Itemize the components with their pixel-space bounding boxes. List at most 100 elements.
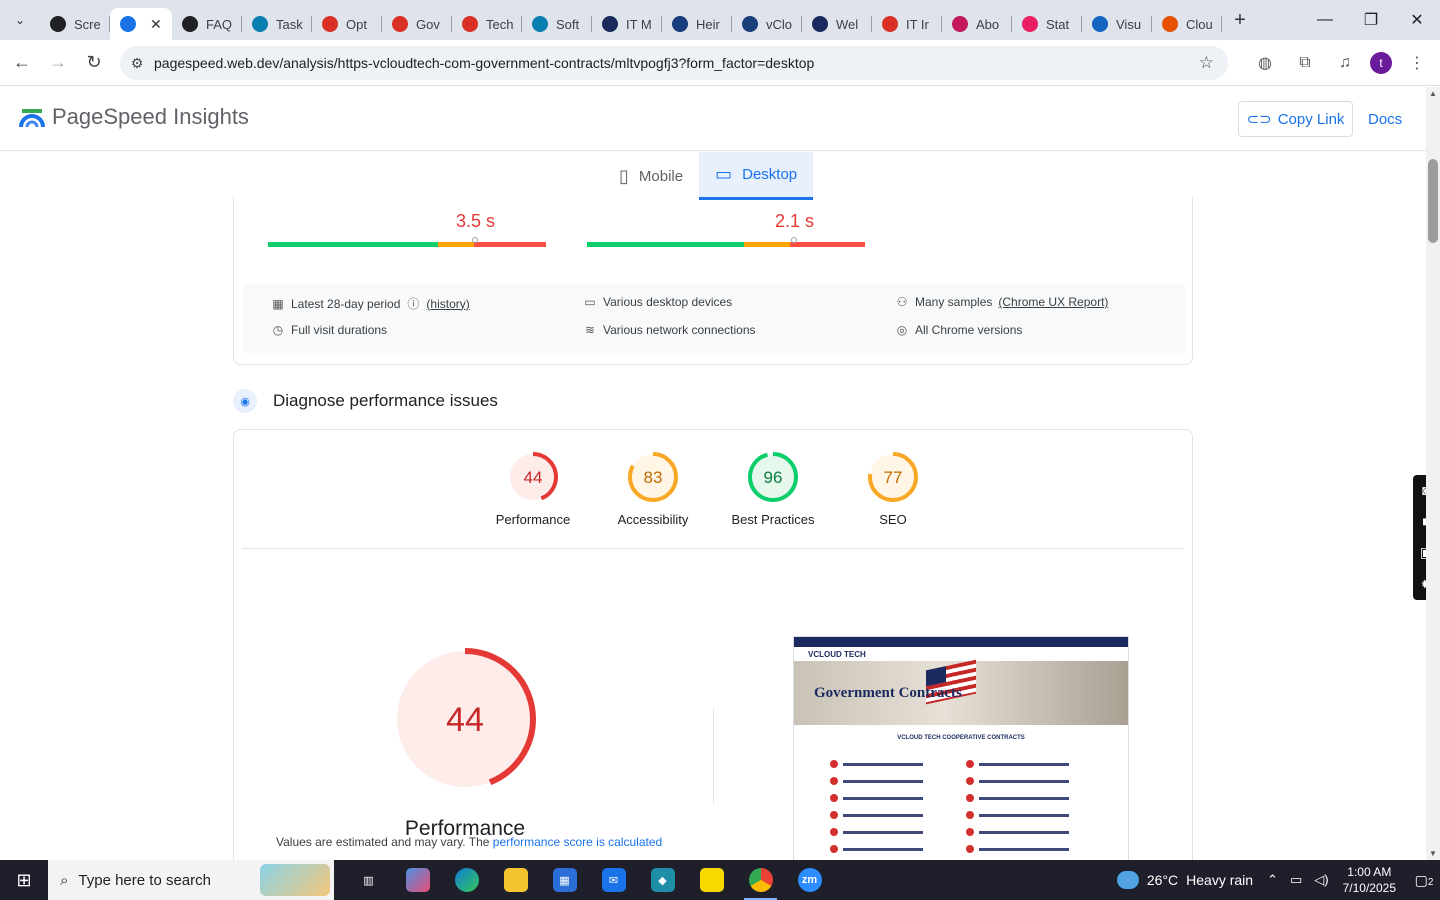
docs-link[interactable]: Docs [1368, 111, 1402, 128]
browser-tab[interactable]: Wel [802, 8, 872, 40]
search-highlight-image [260, 864, 330, 896]
maximize-button[interactable]: ❐ [1348, 0, 1394, 40]
gauge-score: 83 [644, 468, 663, 487]
translate-icon[interactable]: ◍ [1250, 46, 1280, 80]
browser-tab[interactable]: Gov [382, 8, 452, 40]
close-window-button[interactable]: ✕ [1394, 0, 1440, 40]
page-scrollbar[interactable]: ▲ ▼ [1426, 87, 1440, 860]
chrome-taskbar-icon[interactable] [736, 860, 785, 900]
browser-tab[interactable]: FAQ [172, 8, 242, 40]
diagnose-icon: ◉ [233, 389, 257, 413]
bookmark-star-icon[interactable]: ☆ [1199, 53, 1214, 73]
browser-tab[interactable]: Tech [452, 8, 522, 40]
diagnose-heading: ◉ Diagnose performance issues [233, 389, 498, 413]
url-text[interactable]: pagespeed.web.dev/analysis/https-vcloudt… [154, 55, 814, 71]
history-link[interactable]: (history) [426, 297, 469, 311]
new-tab-button[interactable]: + [1226, 6, 1254, 34]
taskbar-search[interactable]: ⌕ Type here to search [48, 860, 334, 900]
chevron-up-icon[interactable]: ⌃ [1267, 872, 1278, 888]
browser-tab[interactable]: Task [242, 8, 312, 40]
clock[interactable]: 1:00 AM 7/10/2025 [1343, 864, 1396, 896]
media-control-icon[interactable]: ♫ [1330, 46, 1360, 80]
copy-link-button[interactable]: ⊂⊃ Copy Link [1238, 101, 1353, 137]
estimate-note: Values are estimated and may vary. The p… [276, 835, 662, 849]
tab-favicon-icon [742, 16, 758, 32]
tab-title: Abo [976, 16, 1000, 32]
notification-button[interactable]: ▢2 [1408, 872, 1440, 889]
metric-distribution-bar-2 [587, 237, 865, 247]
minimize-button[interactable]: — [1302, 0, 1348, 40]
tab-list: Scre ✕ FAQ Task Opt Gov Tech Soft IT M Heir vClo We… [40, 0, 1222, 40]
scrollbar-thumb[interactable] [1428, 159, 1438, 243]
extensions-icon[interactable]: ⧉ [1290, 46, 1320, 80]
tab-search-button[interactable]: ⌄ [6, 6, 34, 34]
windows-start-button[interactable]: ⊞ [0, 860, 48, 900]
tab-desktop[interactable]: ▭ Desktop [699, 152, 814, 200]
brand-title[interactable]: PageSpeed Insights [52, 104, 249, 130]
tab-title: Soft [556, 16, 580, 32]
zoom-icon[interactable]: zm [785, 860, 834, 900]
score-calculation-link[interactable]: performance score is calculated [493, 835, 662, 849]
tab-favicon-icon [182, 16, 198, 32]
tab-title: Wel [836, 16, 859, 32]
score-gauge-accessibility[interactable]: 83 Accessibility [588, 452, 718, 527]
sticky-notes-icon[interactable] [687, 860, 736, 900]
file-explorer-icon[interactable] [491, 860, 540, 900]
scroll-up-icon[interactable]: ▲ [1429, 89, 1437, 98]
store-icon[interactable]: ▦ [540, 860, 589, 900]
tab-favicon-icon [672, 16, 688, 32]
browser-tab[interactable]: Stat [1012, 8, 1082, 40]
help-icon[interactable]: ⓘ [406, 295, 420, 312]
browser-tab[interactable]: Abo [942, 8, 1012, 40]
site-info-icon[interactable]: ⚙ [120, 55, 154, 72]
tray-icons: ⌃ ▭ ◁) [1267, 872, 1329, 888]
page-content: PageSpeed Insights ⊂⊃ Copy Link Docs ▯ M… [0, 87, 1426, 860]
meta-network-text: Various network connections [603, 323, 756, 337]
app-diamond-icon[interactable]: ◆ [638, 860, 687, 900]
browser-tab[interactable]: Visu [1082, 8, 1152, 40]
browser-tab[interactable]: Scre [40, 8, 110, 40]
browser-tab[interactable]: IT Ir [872, 8, 942, 40]
browser-tab[interactable]: Clou [1152, 8, 1222, 40]
scroll-down-icon[interactable]: ▼ [1429, 849, 1437, 858]
thumb-list-item [830, 760, 923, 768]
metric-marker-1 [472, 237, 478, 243]
browser-tab[interactable]: vClo [732, 8, 802, 40]
volume-icon[interactable]: ◁) [1314, 872, 1328, 888]
browser-tab[interactable]: IT M [592, 8, 662, 40]
field-data-card: 3.5 s 2.1 s ▦ Latest 28-day period ⓘ (hi… [233, 197, 1193, 365]
score-gauge-best-practices[interactable]: 96 Best Practices [708, 452, 838, 527]
close-tab-icon[interactable]: ✕ [150, 16, 162, 33]
weather-widget[interactable]: 26°C Heavy rain [1116, 871, 1253, 889]
tab-title: Stat [1046, 16, 1070, 32]
weather-icon [1116, 871, 1139, 889]
tab-favicon-icon [1092, 16, 1108, 32]
crux-link[interactable]: (Chrome UX Report) [998, 295, 1108, 309]
score-gauge-performance[interactable]: 44 Performance [468, 452, 598, 527]
profile-avatar[interactable]: t [1370, 52, 1392, 74]
task-view-button[interactable]: ▥ [344, 860, 393, 900]
performance-gauge-large[interactable]: 44 Performance [394, 648, 536, 841]
address-bar[interactable]: ⚙ pagespeed.web.dev/analysis/https-vclou… [120, 46, 1228, 80]
browser-tab[interactable]: Heir [662, 8, 732, 40]
menu-icon[interactable]: ⋮ [1402, 46, 1432, 80]
reload-button[interactable]: ↻ [76, 45, 112, 81]
thumb-hero: Government Contracts [794, 659, 1128, 725]
network-icon[interactable]: ▭ [1290, 872, 1302, 888]
tab-title: IT M [626, 16, 652, 32]
thumb-list-item [830, 845, 923, 853]
browser-tab[interactable]: Soft [522, 8, 592, 40]
back-button[interactable]: ← [4, 45, 40, 81]
edge-icon[interactable] [442, 860, 491, 900]
tab-mobile[interactable]: ▯ Mobile [603, 152, 699, 200]
mail-icon[interactable]: ✉ [589, 860, 638, 900]
temperature: 26°C [1146, 872, 1179, 888]
tab-favicon-icon [50, 16, 66, 32]
copilot-icon[interactable] [393, 860, 442, 900]
device-tabs: ▯ Mobile ▭ Desktop [603, 152, 814, 200]
forward-button[interactable]: → [40, 45, 76, 81]
score-gauge-seo[interactable]: 77 SEO [828, 452, 958, 527]
tab-active[interactable]: ✕ [110, 8, 172, 40]
browser-tab[interactable]: Opt [312, 8, 382, 40]
meta-samples: ⚇ Many samples (Chrome UX Report) [895, 295, 1109, 309]
